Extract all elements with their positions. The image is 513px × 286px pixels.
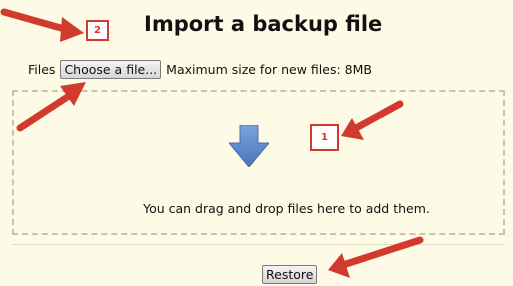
callout-arrow-restore [328,236,424,278]
callout-arrow-choose-file [16,82,86,132]
callout-arrow-dropzone [341,100,404,140]
import-backup-page: { "page": { "title": "Import a backup fi… [0,0,513,286]
annotation-arrows [0,8,424,278]
callout-arrow-badge-2 [0,8,84,42]
